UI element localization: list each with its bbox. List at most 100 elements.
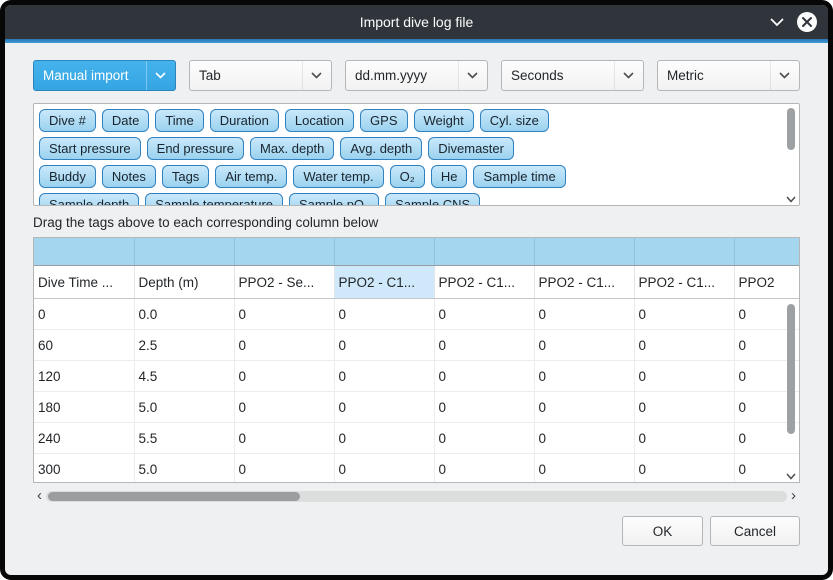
window-title: Import dive log file <box>360 14 474 30</box>
table-row: 0 0.0 0 0 0 0 0 0 <box>34 299 800 330</box>
field-separator-combobox[interactable]: Tab <box>189 60 332 91</box>
drop-target-cell[interactable] <box>134 238 234 266</box>
titlebar[interactable]: Import dive log file <box>5 5 828 39</box>
tag-pill[interactable]: GPS <box>360 109 407 132</box>
chevron-down-icon <box>614 61 634 90</box>
table-cell: 0 <box>334 330 434 361</box>
scrollbar-track[interactable] <box>46 491 787 502</box>
combobox-value: Manual import <box>43 68 129 83</box>
chevron-down-icon <box>146 61 166 90</box>
drop-target-cell[interactable] <box>634 238 734 266</box>
table-cell: 0 <box>234 392 334 423</box>
tag-pill[interactable]: Sample depth <box>39 193 139 206</box>
drop-target-cell[interactable] <box>334 238 434 266</box>
drop-target-cell[interactable] <box>234 238 334 266</box>
tag-pill[interactable]: Sample pO₂ <box>289 193 379 206</box>
table-cell: 0 <box>634 299 734 330</box>
tag-pill[interactable]: Air temp. <box>215 165 287 188</box>
tag-pill[interactable]: Sample temperature <box>145 193 283 206</box>
table-row: 60 2.5 0 0 0 0 0 0 <box>34 330 800 361</box>
tag-pill[interactable]: Cyl. size <box>480 109 549 132</box>
table-cell: 240 <box>34 423 134 454</box>
chevron-down-icon <box>770 61 790 90</box>
drop-target-cell[interactable] <box>734 238 800 266</box>
tag-pill[interactable]: Avg. depth <box>340 137 422 160</box>
column-header-cell[interactable]: PPO2 - Se... <box>234 266 334 299</box>
table-cell: 0 <box>634 330 734 361</box>
table-cell: 0.0 <box>134 299 234 330</box>
table-cell: 2.5 <box>134 330 234 361</box>
combobox-value: Seconds <box>511 68 564 83</box>
drop-target-cell[interactable] <box>34 238 134 266</box>
table-cell: 4.5 <box>134 361 234 392</box>
tag-pill[interactable]: Duration <box>210 109 279 132</box>
scroll-down-icon[interactable] <box>785 473 797 480</box>
combobox-value: Metric <box>667 68 704 83</box>
tag-pill[interactable]: Dive # <box>39 109 96 132</box>
tag-palette-scrollbar[interactable] <box>785 106 797 203</box>
column-header-row: Dive Time ... Depth (m) PPO2 - Se... PPO… <box>34 266 800 299</box>
scroll-down-icon[interactable] <box>785 196 797 203</box>
tag-pill[interactable]: End pressure <box>147 137 244 160</box>
cancel-button[interactable]: Cancel <box>710 516 800 546</box>
table-cell: 0 <box>534 299 634 330</box>
tag-pill[interactable]: Divemaster <box>428 137 514 160</box>
table-vertical-scrollbar[interactable] <box>785 264 797 480</box>
duration-format-combobox[interactable]: Seconds <box>501 60 644 91</box>
tag-pill[interactable]: Buddy <box>39 165 96 188</box>
tag-pill[interactable]: Water temp. <box>293 165 383 188</box>
import-mode-combobox[interactable]: Manual import <box>33 60 176 91</box>
column-header-cell[interactable]: Dive Time ... <box>34 266 134 299</box>
close-icon[interactable] <box>796 11 818 33</box>
column-header-cell[interactable]: PPO2 - C1... <box>634 266 734 299</box>
table-cell: 0 <box>634 423 734 454</box>
table-cell: 60 <box>34 330 134 361</box>
column-header-cell[interactable]: Depth (m) <box>134 266 234 299</box>
ok-button[interactable]: OK <box>622 516 703 546</box>
tag-pill[interactable]: O₂ <box>390 165 425 188</box>
shade-icon[interactable] <box>770 18 784 27</box>
table-cell: 0 <box>234 361 334 392</box>
combobox-value: Tab <box>199 68 221 83</box>
scrollbar-thumb[interactable] <box>48 492 300 501</box>
table-cell: 5.0 <box>134 454 234 484</box>
drop-target-row <box>34 238 800 266</box>
preview-table: Dive Time ... Depth (m) PPO2 - Se... PPO… <box>34 238 800 483</box>
drop-target-cell[interactable] <box>534 238 634 266</box>
tag-pill[interactable]: Location <box>285 109 354 132</box>
table-cell: 0 <box>234 330 334 361</box>
table-cell: 5.5 <box>134 423 234 454</box>
tag-pill[interactable]: Weight <box>414 109 474 132</box>
drop-target-cell[interactable] <box>434 238 534 266</box>
scrollbar-thumb[interactable] <box>787 304 795 434</box>
units-system-combobox[interactable]: Metric <box>657 60 800 91</box>
tag-pill[interactable]: Time <box>155 109 203 132</box>
tag-pill[interactable]: Start pressure <box>39 137 141 160</box>
table-cell: 5.0 <box>134 392 234 423</box>
table-cell: 0 <box>334 392 434 423</box>
table-cell: 0 <box>534 361 634 392</box>
tag-pill[interactable]: He <box>431 165 468 188</box>
tag-row: Dive # Date Time Duration Location GPS W… <box>39 109 781 132</box>
date-format-combobox[interactable]: dd.mm.yyyy <box>345 60 488 91</box>
tag-pill[interactable]: Max. depth <box>250 137 334 160</box>
scrollbar-thumb[interactable] <box>787 108 795 150</box>
table-row: 300 5.0 0 0 0 0 0 0 <box>34 454 800 484</box>
tag-pill[interactable]: Date <box>102 109 149 132</box>
column-header-cell[interactable]: PPO2 - C1... <box>434 266 534 299</box>
preview-table-container: Dive Time ... Depth (m) PPO2 - Se... PPO… <box>33 237 800 483</box>
chevron-down-icon <box>458 61 478 90</box>
table-cell: 0 <box>234 423 334 454</box>
tag-pill[interactable]: Sample time <box>473 165 565 188</box>
table-cell: 0 <box>534 392 634 423</box>
tag-pill[interactable]: Notes <box>102 165 156 188</box>
tag-pill[interactable]: Tags <box>162 165 209 188</box>
tag-pill[interactable]: Sample CNS <box>385 193 480 206</box>
column-header-cell[interactable]: PPO2 - C1... <box>534 266 634 299</box>
table-horizontal-scrollbar[interactable]: ‹ › <box>33 489 800 503</box>
table-cell: 120 <box>34 361 134 392</box>
scroll-right-icon[interactable]: › <box>787 489 800 503</box>
table-cell: 180 <box>34 392 134 423</box>
scroll-left-icon[interactable]: ‹ <box>33 489 46 503</box>
column-header-cell[interactable]: PPO2 - C1... <box>334 266 434 299</box>
